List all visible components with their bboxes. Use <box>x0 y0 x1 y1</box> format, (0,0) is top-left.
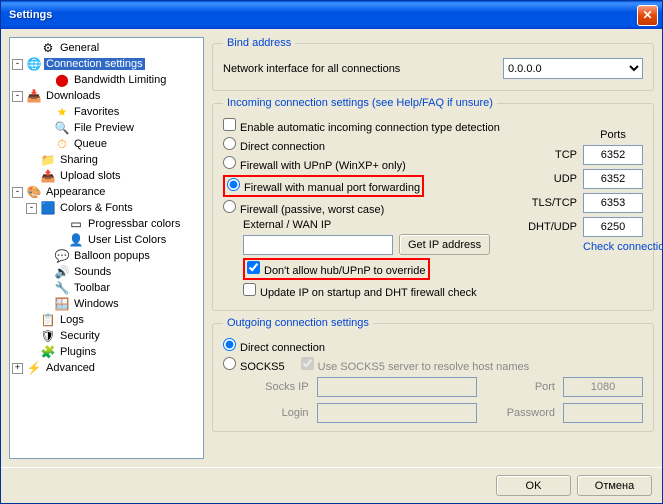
tree-sharing[interactable]: 📁Sharing <box>12 152 201 168</box>
sound-icon: 🔊 <box>54 264 70 280</box>
close-button[interactable]: ✕ <box>637 5 658 26</box>
socksip-label: Socks IP <box>243 381 309 393</box>
manual-radio-highlight: Firewall with manual port forwarding <box>223 175 424 197</box>
windows-icon: 🪟 <box>54 296 70 312</box>
tree-bandwidth[interactable]: ⬤Bandwidth Limiting <box>12 72 201 88</box>
tree-downloads[interactable]: -📥Downloads <box>12 88 201 104</box>
upnp-radio[interactable]: Firewall with UPnP (WinXP+ only) <box>223 156 406 172</box>
check-connection-link[interactable]: Check connection <box>583 241 643 253</box>
login-label: Login <box>243 407 309 419</box>
extip-input[interactable] <box>243 235 393 255</box>
tree-security[interactable]: 🛡Security <box>12 328 201 344</box>
globe-icon: 🌐 <box>26 56 42 72</box>
advanced-icon: ⚡ <box>26 360 42 376</box>
tree-logs[interactable]: 📋Logs <box>12 312 201 328</box>
noover-check[interactable]: Don't allow hub/UPnP to override <box>247 261 426 277</box>
tree-connection[interactable]: -🌐Connection settings <box>12 56 201 72</box>
out-direct-radio[interactable]: Direct connection <box>223 338 325 354</box>
auto-detect-check[interactable]: Enable automatic incoming connection typ… <box>223 118 500 134</box>
direct-radio[interactable]: Direct connection <box>223 137 325 153</box>
socksip-input <box>317 377 477 397</box>
bind-label: Network interface for all connections <box>223 63 497 75</box>
outgoing-legend: Outgoing connection settings <box>223 317 373 329</box>
ok-button[interactable]: OK <box>496 475 571 496</box>
upload-icon: 📤 <box>40 168 56 184</box>
tree-general[interactable]: ⚙General <box>12 40 201 56</box>
update-check[interactable]: Update IP on startup and DHT firewall ch… <box>243 283 477 299</box>
progress-icon: ▭ <box>68 216 84 232</box>
bind-select[interactable]: 0.0.0.0 <box>503 58 643 79</box>
tree-userlist[interactable]: 👤User List Colors <box>12 232 201 248</box>
noover-highlight: Don't allow hub/UPnP to override <box>243 258 430 280</box>
download-icon: 📥 <box>26 88 42 104</box>
login-input <box>317 403 477 423</box>
outgoing-group: Outgoing connection settings Direct conn… <box>212 317 654 432</box>
tlstcp-input[interactable] <box>583 193 643 213</box>
tree-plugins[interactable]: 🧩Plugins <box>12 344 201 360</box>
collapse-icon[interactable]: - <box>12 187 23 198</box>
dhtudp-label: DHT/UDP <box>528 221 577 233</box>
extip-label: External / WAN IP <box>243 219 331 231</box>
preview-icon: 🔍 <box>54 120 70 136</box>
udp-input[interactable] <box>583 169 643 189</box>
collapse-icon[interactable]: - <box>12 91 23 102</box>
tree-balloon[interactable]: 💬Balloon popups <box>12 248 201 264</box>
passive-radio[interactable]: Firewall (passive, worst case) <box>223 200 384 216</box>
bind-legend: Bind address <box>223 37 295 49</box>
tcp-label: TCP <box>528 149 577 161</box>
log-icon: 📋 <box>40 312 56 328</box>
udp-label: UDP <box>528 173 577 185</box>
tree-advanced[interactable]: +⚡Advanced <box>12 360 201 376</box>
incoming-legend: Incoming connection settings (see Help/F… <box>223 97 497 109</box>
collapse-icon[interactable]: - <box>26 203 37 214</box>
window-title: Settings <box>5 9 637 21</box>
titlebar: Settings ✕ <box>1 1 662 29</box>
tree-filepreview[interactable]: 🔍File Preview <box>12 120 201 136</box>
tcp-input[interactable] <box>583 145 643 165</box>
balloon-icon: 💬 <box>54 248 70 264</box>
colors-icon: 🟦 <box>40 200 56 216</box>
cancel-button[interactable]: Отмена <box>577 475 652 496</box>
palette-icon: 🎨 <box>26 184 42 200</box>
gear-icon: ⚙ <box>40 40 56 56</box>
tree-toolbar[interactable]: 🔧Toolbar <box>12 280 201 296</box>
getip-button[interactable]: Get IP address <box>399 234 490 255</box>
collapse-icon[interactable]: - <box>12 59 23 70</box>
port-label: Port <box>485 381 555 393</box>
queue-icon: ⏱ <box>54 136 70 152</box>
share-icon: 📁 <box>40 152 56 168</box>
tree-appearance[interactable]: -🎨Appearance <box>12 184 201 200</box>
expand-icon[interactable]: + <box>12 363 23 374</box>
tree-colorsfonts[interactable]: -🟦Colors & Fonts <box>12 200 201 216</box>
out-socks5-radio[interactable]: SOCKS5 <box>223 357 285 373</box>
tree-queue[interactable]: ⏱Queue <box>12 136 201 152</box>
manual-radio[interactable]: Firewall with manual port forwarding <box>227 178 420 194</box>
tree-favorites[interactable]: ★Favorites <box>12 104 201 120</box>
incoming-group: Incoming connection settings (see Help/F… <box>212 97 654 311</box>
bind-group: Bind address Network interface for all c… <box>212 37 654 91</box>
shield-icon: 🛡 <box>40 328 56 344</box>
user-icon: 👤 <box>68 232 84 248</box>
tree-sounds[interactable]: 🔊Sounds <box>12 264 201 280</box>
password-input <box>563 403 643 423</box>
port-input <box>563 377 643 397</box>
tree-windows[interactable]: 🪟Windows <box>12 296 201 312</box>
dialog-footer: OK Отмена <box>1 467 662 503</box>
dhtudp-input[interactable] <box>583 217 643 237</box>
password-label: Password <box>485 407 555 419</box>
plugin-icon: 🧩 <box>40 344 56 360</box>
tree-uploadslots[interactable]: 📤Upload slots <box>12 168 201 184</box>
tlstcp-label: TLS/TCP <box>528 197 577 209</box>
ports-header: Ports <box>583 129 643 141</box>
settings-tree[interactable]: ⚙General -🌐Connection settings ⬤Bandwidt… <box>9 37 204 459</box>
resolve-check: Use SOCKS5 server to resolve host names <box>301 357 530 373</box>
toolbar-icon: 🔧 <box>54 280 70 296</box>
speed-icon: ⬤ <box>54 72 70 88</box>
star-icon: ★ <box>54 104 70 120</box>
tree-progressbar[interactable]: ▭Progressbar colors <box>12 216 201 232</box>
